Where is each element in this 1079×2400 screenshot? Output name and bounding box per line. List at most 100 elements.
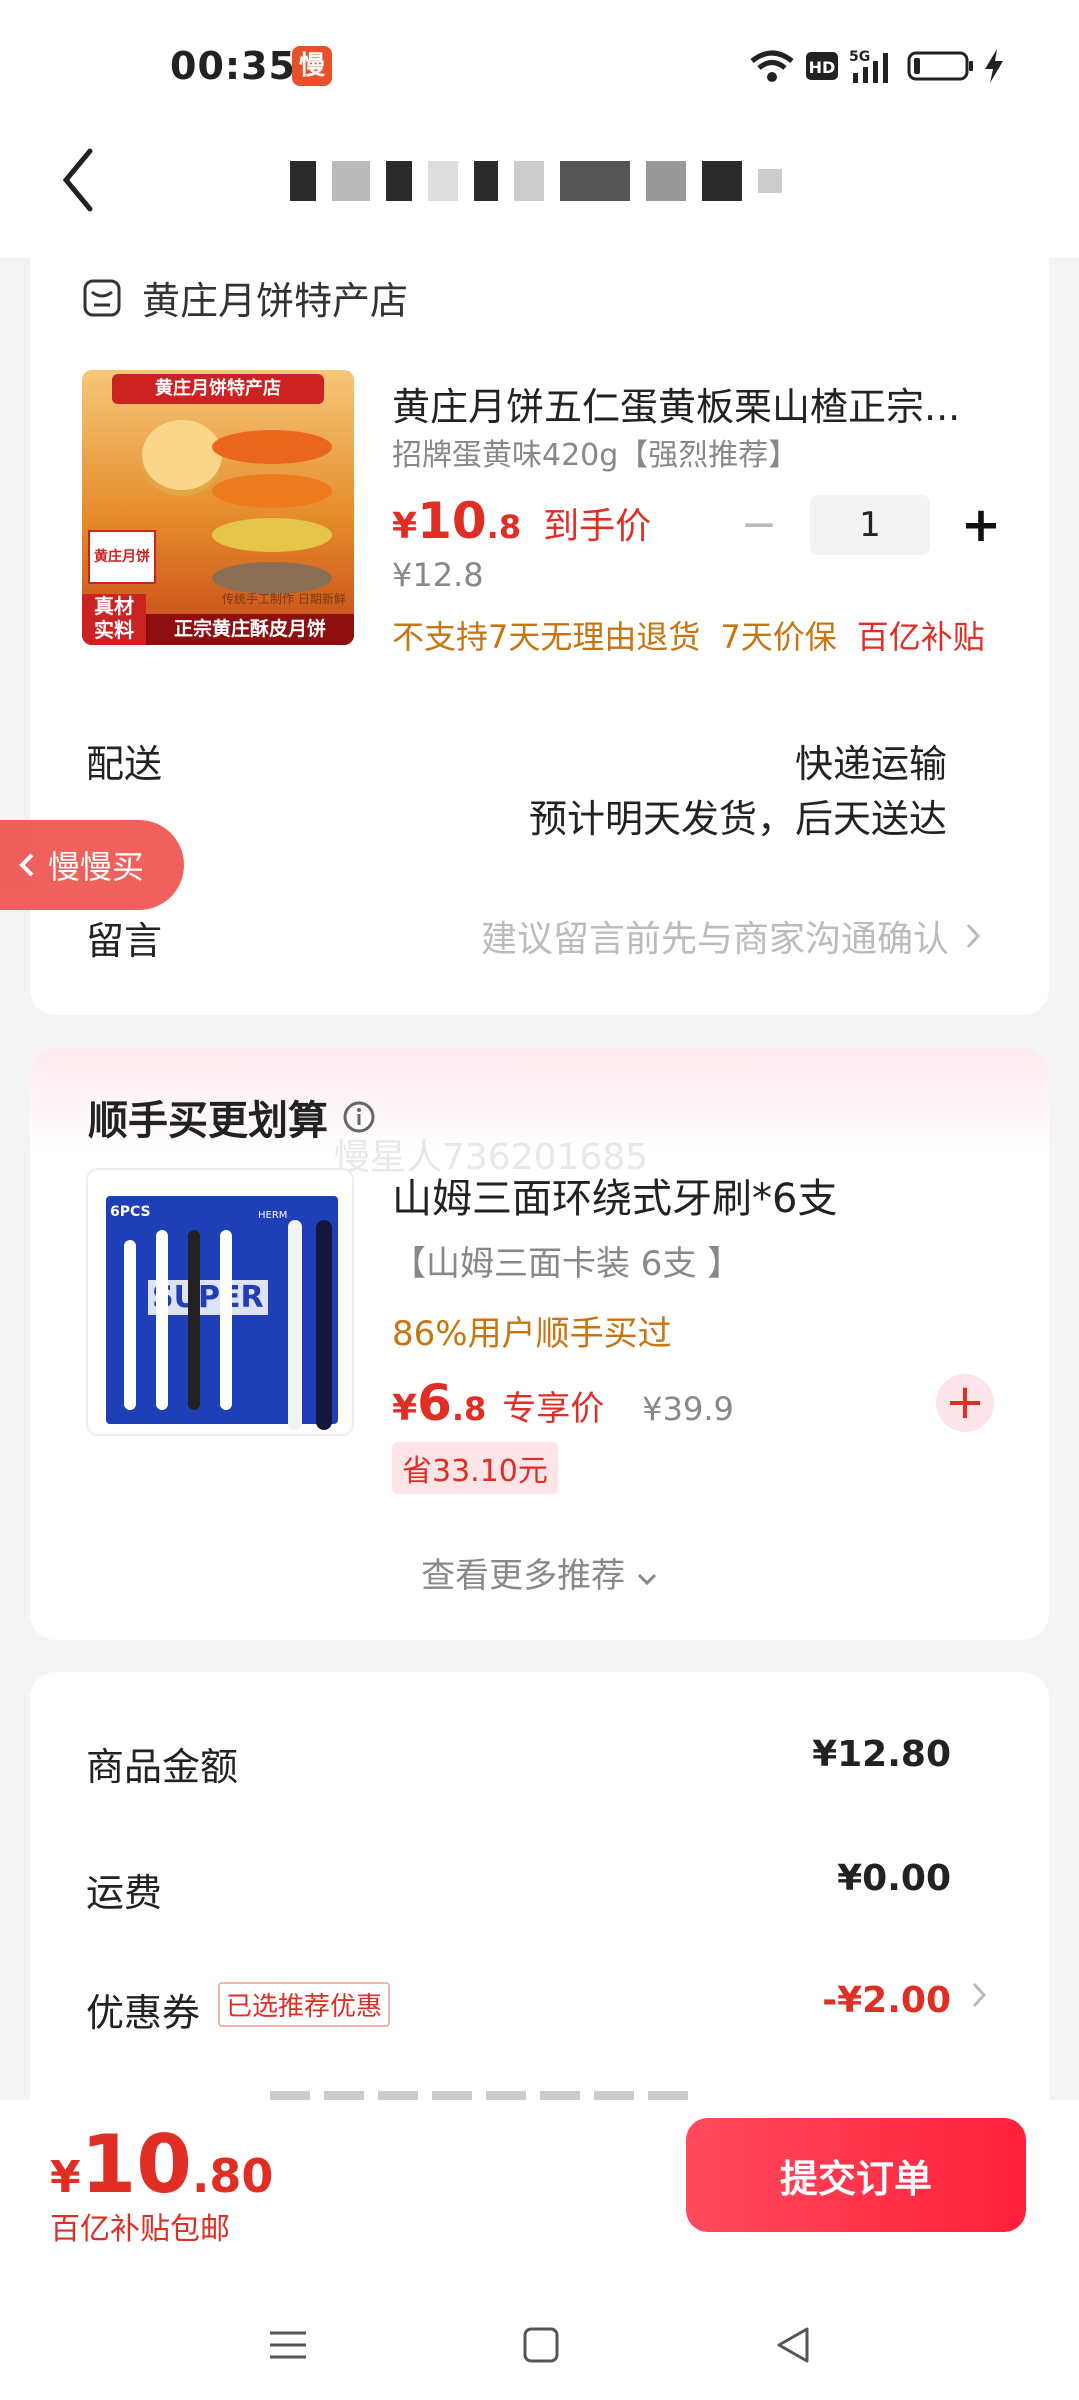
quantity-stepper: − 1 + (736, 495, 1004, 555)
svg-text:5G: 5G (849, 49, 870, 65)
product-sku[interactable]: 招牌蛋黄味420g【强烈推荐】 (392, 430, 798, 474)
tag-subsidy: 百亿补贴 (856, 618, 985, 656)
mooncake-shape (212, 474, 332, 508)
package-label: 6PCS (110, 1204, 151, 1220)
shipping-label: 运费 (86, 1871, 163, 1915)
redaction-block (758, 169, 782, 193)
price-integer: 10 (417, 492, 487, 550)
chevron-right-icon (966, 923, 981, 949)
back-icon[interactable] (773, 2325, 813, 2365)
coupon-chevron-icon[interactable] (971, 1978, 987, 2019)
toothbrush (288, 1220, 302, 1430)
addon-title-text: 顺手买更划算 (88, 1098, 328, 1144)
addon-original-price: ¥39.9 (642, 1390, 734, 1428)
toothbrush (156, 1230, 168, 1410)
product-price: ¥ 10 .8 到手价 (392, 492, 651, 550)
coupon-value[interactable]: -¥2.00 (822, 1980, 951, 2021)
mooncake-shape (212, 430, 332, 464)
message-label: 留言 (86, 919, 163, 963)
slow-buy-label: 慢慢买 (48, 848, 145, 886)
page-title-redacted (290, 155, 800, 207)
redaction-block (474, 161, 498, 201)
image-bottom-banner: 正宗黄庄酥皮月饼 (146, 614, 354, 645)
total-price: ¥ 10 .80 (50, 2118, 273, 2211)
coupon-label: 优惠券 (86, 1991, 201, 2035)
chevron-down-icon (637, 1573, 656, 1586)
total-decimal: .80 (191, 2149, 274, 2203)
corner-line: 真材 (94, 594, 134, 618)
store-name: 黄庄月饼特产店 (142, 279, 409, 323)
addon-section-title: 顺手买更划算 (88, 1088, 376, 1146)
addon-price: ¥ 6 .8 专享价 ¥39.9 (392, 1374, 734, 1432)
addon-add-button[interactable]: + (936, 1374, 994, 1432)
mooncake-shape (142, 420, 222, 490)
price-integer: 6 (417, 1374, 452, 1432)
menu-icon[interactable] (266, 2325, 310, 2365)
redaction-block (560, 161, 630, 201)
battery-icon (907, 46, 975, 86)
message-hint: 建议留言前先与商家沟通确认 (480, 919, 949, 960)
redaction-block (646, 161, 686, 201)
addon-title[interactable]: 山姆三面环绕式牙刷*6支 (392, 1166, 837, 1224)
total-integer: 10 (80, 2118, 192, 2211)
charging-icon (985, 46, 1003, 86)
delivery-label: 配送 (86, 742, 163, 786)
5g-signal-icon: 5G (849, 46, 897, 86)
addon-save-badge: 省33.10元 (392, 1442, 558, 1494)
hd-icon: HD (805, 46, 839, 86)
goods-amount-value: ¥12.80 (812, 1734, 951, 1775)
delivery-estimate: 预计明天发货，后天送达 (528, 797, 947, 841)
package-label: HERM (258, 1210, 288, 1221)
addon-sku: 【山姆三面卡装 6支 】 (392, 1244, 742, 1284)
redaction-block (702, 161, 742, 201)
chevron-left-icon (19, 853, 34, 877)
slow-buy-float-button[interactable]: 慢慢买 (0, 820, 184, 910)
toothbrush (124, 1240, 136, 1410)
system-icons: HD 5G (749, 46, 1003, 86)
delivery-method: 快递运输 (794, 742, 947, 786)
image-banner: 黄庄月饼特产店 (112, 374, 324, 404)
redaction-block (332, 161, 370, 201)
store-row[interactable]: 黄庄月饼特产店 (82, 270, 408, 325)
more-recommend-link[interactable]: 查看更多推荐 (0, 1548, 1079, 1597)
svg-text:HD: HD (809, 58, 836, 77)
price-decimal: .8 (486, 508, 522, 546)
mooncake-shape (212, 518, 332, 552)
chevron-left-icon (62, 148, 93, 212)
product-image[interactable]: 黄庄月饼特产店 黄庄月饼 传统手工制作 日期新鲜 真材 实料 正宗黄庄酥皮月饼 (82, 370, 354, 645)
box-brand: 黄庄月饼 (88, 530, 156, 584)
redaction-block (290, 161, 316, 201)
decrease-quantity-button[interactable]: − (736, 502, 782, 548)
price-decimal: .8 (451, 1390, 487, 1428)
app-notification-icon: 慢 (292, 46, 332, 86)
redaction-block (514, 161, 544, 201)
submit-order-button[interactable]: 提交订单 (686, 2118, 1026, 2232)
total-symbol: ¥ (50, 2152, 81, 2203)
back-button[interactable] (58, 145, 108, 225)
message-field[interactable]: 建议留言前先与商家沟通确认 (481, 910, 981, 962)
product-title[interactable]: 黄庄月饼五仁蛋黄板栗山楂正宗... (392, 376, 992, 431)
store-icon (83, 279, 121, 316)
toothbrush (316, 1220, 332, 1430)
goods-amount-label: 商品金额 (86, 1745, 239, 1789)
corner-line: 实料 (94, 618, 134, 642)
shipping-value: ¥0.00 (837, 1858, 951, 1899)
image-caption: 传统手工制作 日期新鲜 (222, 592, 346, 606)
system-nav-bar (0, 2290, 1079, 2400)
redaction-block (428, 161, 458, 201)
price-symbol: ¥ (392, 506, 418, 547)
chevron-right-icon (972, 1982, 987, 2008)
price-label: 专享价 (502, 1389, 605, 1429)
product-tags: 不支持7天无理由退货 7天价保 百亿补贴 (392, 612, 985, 658)
addon-product-image[interactable]: 6PCS HERM SUPER (86, 1168, 354, 1436)
coupon-badge: 已选推荐优惠 (218, 1982, 391, 2027)
addon-bought-rate: 86%用户顺手买过 (392, 1314, 672, 1354)
wifi-icon (749, 46, 795, 86)
total-note: 百亿补贴包邮 (50, 2212, 230, 2247)
increase-quantity-button[interactable]: + (958, 501, 1004, 549)
original-price: ¥12.8 (392, 556, 484, 594)
redaction-block (386, 161, 412, 201)
home-icon[interactable] (521, 2325, 561, 2365)
toothbrush (220, 1230, 232, 1410)
quantity-input[interactable]: 1 (810, 495, 930, 555)
